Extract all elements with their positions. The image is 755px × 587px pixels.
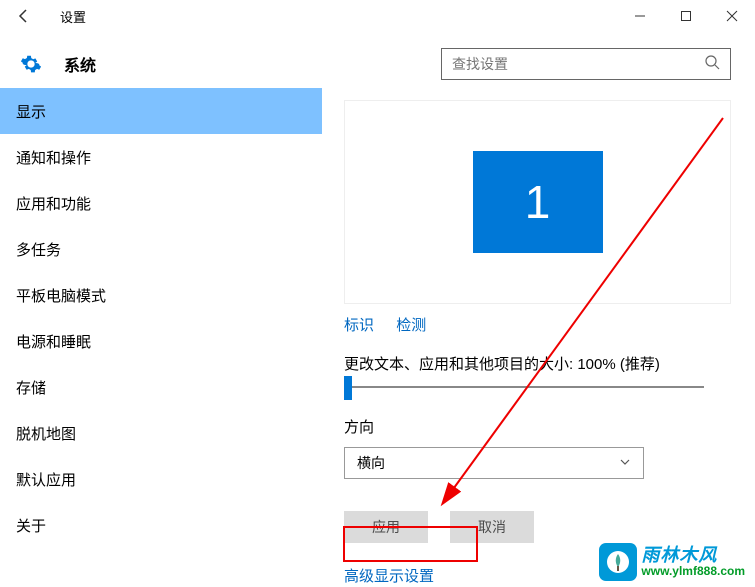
maximize-button[interactable] — [663, 0, 709, 32]
sidebar: 显示 通知和操作 应用和功能 多任务 平板电脑模式 电源和睡眠 存储 脱机地图 … — [0, 88, 322, 587]
sidebar-item-storage[interactable]: 存储 — [0, 364, 322, 410]
sidebar-item-label: 默认应用 — [16, 469, 76, 490]
close-button[interactable] — [709, 0, 755, 32]
orientation-label: 方向 — [344, 416, 731, 437]
search-icon — [704, 54, 720, 75]
advanced-display-link[interactable]: 高级显示设置 — [344, 565, 434, 586]
sidebar-item-apps[interactable]: 应用和功能 — [0, 180, 322, 226]
page-title: 系统 — [64, 52, 96, 76]
sidebar-item-about[interactable]: 关于 — [0, 502, 322, 548]
dropdown-value: 横向 — [357, 453, 385, 473]
button-label: 应用 — [372, 517, 400, 537]
search-input[interactable] — [452, 56, 704, 72]
monitor-number: 1 — [525, 175, 551, 229]
sidebar-item-label: 显示 — [16, 101, 46, 122]
watermark-url: www.ylmf888.com — [641, 565, 745, 578]
sidebar-item-label: 平板电脑模式 — [16, 285, 106, 306]
watermark: 雨林木风 www.ylmf888.com — [599, 543, 745, 581]
sidebar-item-label: 脱机地图 — [16, 423, 76, 444]
sidebar-item-notifications[interactable]: 通知和操作 — [0, 134, 322, 180]
minimize-button[interactable] — [617, 0, 663, 32]
watermark-title: 雨林木风 — [641, 546, 745, 566]
scale-label: 更改文本、应用和其他项目的大小: 100% (推荐) — [344, 353, 731, 374]
search-box[interactable] — [441, 48, 731, 80]
orientation-dropdown[interactable]: 横向 — [344, 447, 644, 479]
apply-button[interactable]: 应用 — [344, 511, 428, 543]
cancel-button[interactable]: 取消 — [450, 511, 534, 543]
button-label: 取消 — [478, 517, 506, 537]
sidebar-item-label: 应用和功能 — [16, 193, 91, 214]
sidebar-item-label: 多任务 — [16, 239, 61, 260]
chevron-down-icon — [619, 455, 631, 471]
detect-link[interactable]: 检测 — [396, 317, 426, 334]
sidebar-item-default-apps[interactable]: 默认应用 — [0, 456, 322, 502]
sidebar-item-maps[interactable]: 脱机地图 — [0, 410, 322, 456]
monitor-preview[interactable]: 1 — [344, 100, 731, 304]
back-button[interactable] — [8, 0, 40, 32]
sidebar-item-power[interactable]: 电源和睡眠 — [0, 318, 322, 364]
sidebar-item-display[interactable]: 显示 — [0, 88, 322, 134]
window-title: 设置 — [60, 7, 86, 26]
identify-link[interactable]: 标识 — [344, 317, 374, 334]
sidebar-item-label: 电源和睡眠 — [16, 331, 91, 352]
gear-icon — [20, 53, 42, 75]
sidebar-item-label: 通知和操作 — [16, 147, 91, 168]
watermark-icon — [599, 543, 637, 581]
sidebar-item-label: 存储 — [16, 377, 46, 398]
slider-thumb[interactable] — [344, 376, 352, 400]
sidebar-item-tablet[interactable]: 平板电脑模式 — [0, 272, 322, 318]
sidebar-item-label: 关于 — [16, 515, 46, 536]
sidebar-item-multitask[interactable]: 多任务 — [0, 226, 322, 272]
monitor-1[interactable]: 1 — [473, 151, 603, 253]
scale-slider[interactable] — [344, 386, 704, 388]
